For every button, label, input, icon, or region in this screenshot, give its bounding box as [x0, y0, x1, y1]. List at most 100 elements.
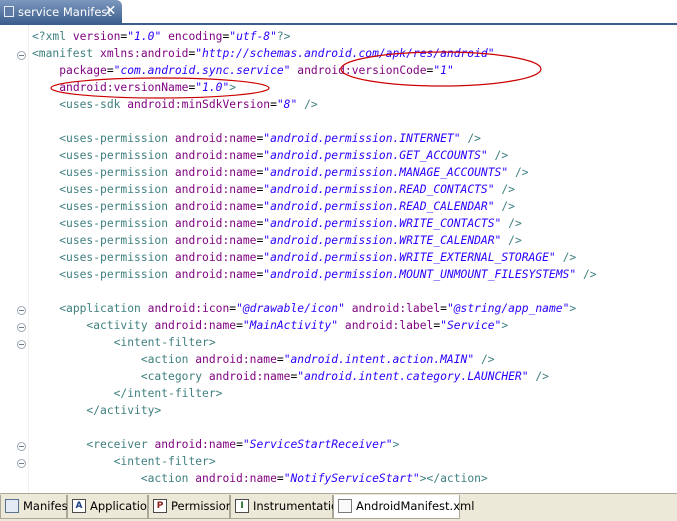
xml-tag: >	[501, 319, 509, 332]
xml-tag: <uses-sdk	[59, 98, 128, 111]
xml-attribute: android:name	[154, 438, 237, 451]
code-line[interactable]: <?xml version="1.0" encoding="utf-8"?>	[32, 28, 597, 45]
xml-tag: <uses-permission	[59, 183, 175, 196]
xml-text	[32, 98, 59, 111]
code-line[interactable]: </activity>	[32, 402, 597, 419]
code-line[interactable]: <uses-permission android:name="android.p…	[32, 181, 597, 198]
xml-text	[508, 166, 515, 179]
code-line[interactable]: <intent-filter>	[32, 453, 597, 470]
xml-value: "@string/app_name"	[446, 302, 570, 315]
instrumentation-icon: I	[235, 499, 249, 513]
xml-text	[474, 353, 481, 366]
code-line[interactable]: package="com.android.sync.service" andro…	[32, 62, 597, 79]
xml-text	[32, 200, 59, 213]
code-line[interactable]: <uses-permission android:name="android.p…	[32, 130, 597, 147]
xml-tag: <uses-permission	[59, 217, 175, 230]
xml-value: "android.permission.GET_ACCOUNTS"	[263, 149, 488, 162]
xml-tag: <activity	[86, 319, 155, 332]
xml-text	[32, 404, 86, 417]
xml-text: =	[236, 438, 243, 451]
xml-attribute: android:name	[174, 234, 257, 247]
xml-text	[32, 81, 59, 94]
xml-attribute: android:name	[174, 251, 257, 264]
xml-tag: <action	[140, 353, 196, 366]
xml-tag: />	[467, 132, 481, 145]
collapse-icon[interactable]	[17, 323, 26, 332]
xml-source-editor[interactable]: <?xml version="1.0" encoding="utf-8"?> <m…	[0, 25, 677, 493]
xml-text	[32, 183, 59, 196]
code-line[interactable]: <receiver android:name="ServiceStartRece…	[32, 436, 597, 453]
xml-attribute: android:label	[351, 302, 441, 315]
collapse-icon[interactable]	[17, 442, 26, 451]
code-line[interactable]	[32, 113, 597, 130]
code-line[interactable]: </intent-filter>	[32, 385, 597, 402]
code-line[interactable]: <uses-permission android:name="android.p…	[32, 147, 597, 164]
code-line[interactable]: <uses-permission android:name="android.p…	[32, 232, 597, 249]
xml-value: "1.0"	[195, 81, 230, 94]
xml-value: "8"	[276, 98, 298, 111]
xml-text	[32, 336, 114, 349]
xml-text	[32, 251, 59, 264]
xml-value: "ServiceStartReceiver"	[242, 438, 393, 451]
xml-value: "android.intent.category.LAUNCHER"	[297, 370, 529, 383]
manifest-icon	[5, 499, 19, 513]
xml-tag: </intent-filter>	[113, 387, 223, 400]
xml-value: "android.permission.INTERNET"	[263, 132, 461, 145]
code-line[interactable]: <uses-permission android:name="android.p…	[32, 164, 597, 181]
xml-text	[32, 387, 114, 400]
editor-tab-service-manifest[interactable]: service Manifest ✕	[0, 0, 122, 24]
xml-file-icon	[338, 499, 352, 513]
collapse-icon[interactable]	[17, 306, 26, 315]
xml-value: "MainActivity"	[242, 319, 339, 332]
xml-attribute: android:name	[195, 472, 277, 485]
xml-tag: <uses-permission	[59, 132, 175, 145]
code-line[interactable]	[32, 283, 597, 300]
xml-tag: ></action>	[419, 472, 488, 485]
folding-ruler	[0, 25, 29, 493]
xml-tag: <intent-filter>	[113, 455, 216, 468]
code-line[interactable]: <uses-permission android:name="android.p…	[32, 249, 597, 266]
code-line[interactable]: <application android:icon = "@drawable/ico…	[32, 300, 597, 317]
xml-tag: <application	[59, 302, 148, 315]
tab-androidmanifest-xml[interactable]: AndroidManifest.xml	[333, 495, 474, 519]
collapse-icon[interactable]	[17, 51, 26, 60]
tab-manifest[interactable]: Manifest	[0, 495, 72, 519]
close-icon[interactable]: ✕	[103, 3, 118, 20]
code-line[interactable]: <activity android:name="MainActivity" an…	[32, 317, 597, 334]
xml-tag: />	[508, 217, 522, 230]
code-line[interactable]: <intent-filter>	[32, 334, 597, 351]
code-line[interactable]: <uses-permission android:name="android.p…	[32, 266, 596, 283]
xml-value: "NotifyServiceStart"	[283, 472, 420, 485]
code-line[interactable]: <uses-permission android:name="android.p…	[32, 198, 597, 215]
xml-text	[32, 234, 59, 247]
xml-value: "http://schemas.android.com/apk/res/andr…	[195, 47, 495, 60]
code-line[interactable]: <uses-permission android:name="android.p…	[32, 215, 597, 232]
code-line[interactable]	[32, 419, 597, 436]
xml-value: "1"	[433, 64, 454, 77]
code-line[interactable]: <manifest xmlns:android="http://schemas.…	[32, 45, 597, 62]
xml-text	[32, 472, 141, 485]
code-area[interactable]: <?xml version="1.0" encoding="utf-8"?> <m…	[32, 28, 597, 487]
xml-tag: >	[569, 302, 577, 315]
eclipse-editor: service Manifest ✕ <?xml version="1.0" e…	[0, 0, 677, 521]
xml-attribute: android:versionName	[59, 81, 189, 94]
code-line[interactable]: <uses-sdk android:minSdkVersion="8" />	[32, 96, 597, 113]
tab-instrumentation[interactable]: I Instrumentation	[230, 495, 345, 519]
xml-attribute: android:name	[174, 217, 257, 230]
xml-attribute: android:name	[174, 268, 257, 281]
code-line[interactable]: android:versionName="1.0">	[32, 79, 597, 96]
xml-attribute: android:name	[174, 200, 257, 213]
code-line[interactable]: <action android:name="android.intent.act…	[32, 351, 597, 368]
xml-value: "utf-8"	[229, 30, 277, 43]
tab-permissions[interactable]: P Permissions	[148, 495, 239, 519]
collapse-icon[interactable]	[17, 459, 26, 468]
xml-text	[32, 302, 59, 315]
collapse-icon[interactable]	[17, 340, 26, 349]
permissions-icon: P	[153, 499, 167, 513]
tab-label: Permissions	[171, 499, 240, 513]
tab-application[interactable]: A Application	[67, 495, 154, 519]
xml-attribute: android:name	[208, 370, 291, 383]
xml-tag: <uses-permission	[59, 166, 175, 179]
code-line[interactable]: <action android:name="NotifyServiceStart…	[32, 470, 597, 487]
code-line[interactable]: <category android:name="android.intent.c…	[32, 368, 597, 385]
